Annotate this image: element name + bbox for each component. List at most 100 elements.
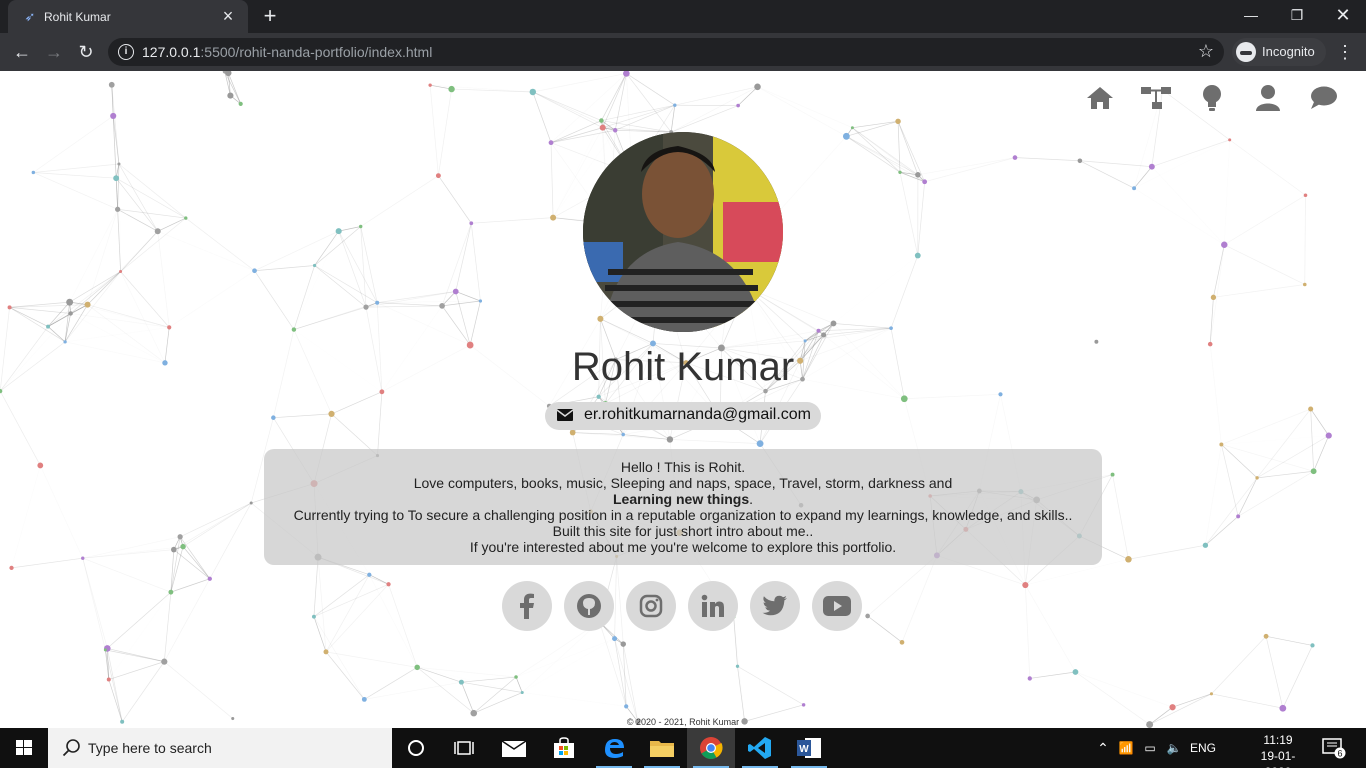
network-line	[902, 555, 937, 642]
back-button[interactable]: ←	[10, 40, 34, 64]
language-indicator[interactable]: ENG	[1186, 741, 1220, 755]
taskbar-clock[interactable]: 11:19 19-01-2020	[1250, 732, 1306, 780]
network-line	[210, 503, 251, 579]
network-node	[375, 301, 379, 305]
windows-start-button[interactable]	[0, 728, 48, 768]
network-icon[interactable]: 📶	[1114, 741, 1138, 755]
network-line	[314, 557, 318, 617]
browser-tab[interactable]: ➶ Rohit Kumar ×	[8, 0, 248, 33]
network-line	[369, 575, 417, 668]
network-line	[326, 575, 369, 652]
chevron-up-icon[interactable]: ⌃	[1092, 740, 1114, 757]
network-node	[998, 392, 1002, 396]
comment-icon[interactable]	[1296, 83, 1352, 113]
close-tab-icon[interactable]: ×	[218, 6, 238, 26]
network-line	[670, 439, 760, 443]
network-line	[314, 575, 369, 617]
network-node	[804, 339, 807, 342]
network-node	[68, 311, 72, 315]
new-tab-button[interactable]: +	[258, 5, 282, 29]
network-line	[868, 616, 902, 642]
address-bar[interactable]: i 127.0.0.1:5500/rohit-nanda-portfolio/i…	[108, 38, 1224, 66]
edge-icon[interactable]	[590, 728, 638, 768]
taskbar-search-box[interactable]: Type here to search	[48, 728, 392, 768]
network-line	[1134, 167, 1152, 189]
instagram-icon[interactable]	[626, 581, 676, 631]
facebook-icon[interactable]	[502, 581, 552, 631]
network-line	[1025, 585, 1029, 678]
network-node	[915, 253, 921, 259]
network-node	[9, 566, 13, 570]
network-node	[817, 329, 821, 333]
reload-button[interactable]: ↻	[74, 40, 98, 64]
network-line	[852, 128, 924, 182]
windows-taskbar: Type here to search W ⌃ 📶 ▭ 🔈 ENG 11:19 …	[0, 728, 1366, 768]
home-icon[interactable]	[1072, 83, 1128, 113]
network-line	[174, 503, 251, 550]
chrome-icon[interactable]	[687, 728, 735, 768]
network-line	[88, 209, 118, 304]
network-node	[530, 89, 536, 95]
network-line	[255, 231, 339, 271]
user-icon[interactable]	[1240, 83, 1296, 113]
minimize-button[interactable]: —	[1228, 0, 1274, 30]
volume-icon[interactable]: 🔈	[1162, 741, 1186, 755]
network-line	[551, 121, 601, 143]
network-line	[83, 547, 183, 559]
network-node	[613, 128, 617, 132]
site-info-icon[interactable]: i	[118, 44, 134, 60]
network-node	[900, 640, 905, 645]
twitter-icon[interactable]	[750, 581, 800, 631]
vscode-icon[interactable]	[736, 728, 784, 768]
cortana-icon[interactable]	[392, 728, 440, 768]
network-line	[533, 92, 615, 130]
github-icon[interactable]	[564, 581, 614, 631]
network-node	[1279, 705, 1286, 712]
lightbulb-icon[interactable]	[1184, 83, 1240, 113]
task-view-icon[interactable]	[440, 728, 488, 768]
network-node	[1304, 193, 1308, 197]
network-node	[81, 557, 84, 560]
network-node	[1078, 158, 1083, 163]
youtube-icon[interactable]	[812, 581, 862, 631]
network-line	[10, 307, 66, 341]
store-icon[interactable]	[540, 728, 588, 768]
network-node	[865, 614, 870, 619]
word-icon[interactable]: W	[785, 728, 833, 768]
network-line	[294, 266, 315, 330]
network-node	[367, 573, 371, 577]
file-explorer-icon[interactable]	[638, 728, 686, 768]
network-node	[915, 172, 921, 178]
intro-box: Hello ! This is Rohit. Love computers, b…	[264, 449, 1102, 565]
network-node	[895, 119, 900, 124]
network-line	[116, 178, 186, 218]
network-line	[183, 503, 251, 547]
bookmark-star-icon[interactable]: ☆	[1198, 41, 1214, 62]
close-window-button[interactable]: ✕	[1320, 0, 1366, 30]
sitemap-icon[interactable]	[1128, 83, 1184, 113]
network-line	[109, 680, 122, 722]
menu-kebab-icon[interactable]: ⋮	[1336, 40, 1348, 64]
network-line	[1113, 475, 1129, 560]
mail-icon[interactable]	[490, 728, 538, 768]
incognito-badge[interactable]: Incognito	[1232, 38, 1326, 66]
network-line	[778, 136, 847, 212]
email-pill[interactable]: er.rohitkumarnanda@gmail.com	[545, 402, 821, 430]
rocket-icon: ➶	[22, 9, 38, 25]
windows-logo-icon	[0, 728, 48, 768]
restore-button[interactable]: ❐	[1274, 0, 1320, 30]
forward-button[interactable]: →	[42, 40, 66, 64]
notification-center-icon[interactable]: 6	[1314, 728, 1354, 768]
network-line	[121, 272, 170, 328]
network-line	[675, 87, 758, 105]
network-line	[33, 116, 113, 173]
linkedin-icon[interactable]	[688, 581, 738, 631]
network-node	[597, 395, 601, 399]
network-line	[180, 503, 251, 537]
network-node	[621, 641, 626, 646]
network-line	[105, 592, 170, 650]
network-line	[1015, 158, 1080, 161]
page-content: Rohit Kumar er.rohitkumarnanda@gmail.com…	[0, 71, 1366, 728]
power-icon[interactable]: ▭	[1138, 741, 1162, 755]
network-line	[846, 136, 924, 181]
